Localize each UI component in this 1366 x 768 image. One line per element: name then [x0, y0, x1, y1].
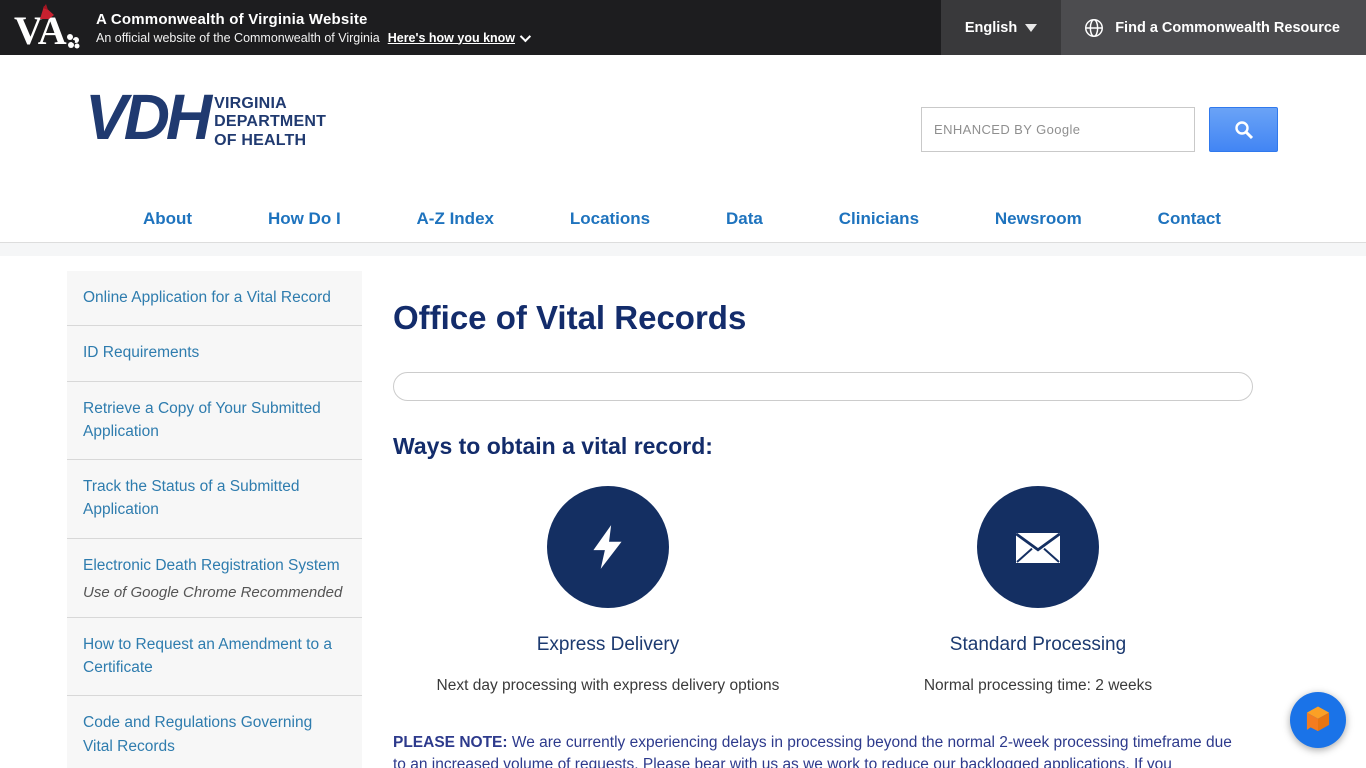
site-header: VDH VIRGINIA DEPARTMENT OF HEALTH: [0, 55, 1366, 196]
commonwealth-branding: VA A Commonwealth of Virginia Website An…: [0, 0, 528, 55]
sidebar-item-edrs[interactable]: Electronic Death Registration System Use…: [67, 539, 362, 618]
sidebar-item-retrieve-copy[interactable]: Retrieve a Copy of Your Submitted Applic…: [67, 382, 362, 461]
search-button[interactable]: [1209, 107, 1278, 152]
sidebar-item-track-status[interactable]: Track the Status of a Submitted Applicat…: [67, 460, 362, 539]
commonwealth-utility-bar: VA A Commonwealth of Virginia Website An…: [0, 0, 1366, 55]
resource-label: Find a Commonwealth Resource: [1115, 20, 1340, 36]
language-label: English: [965, 20, 1017, 36]
main-navigation: About How Do I A-Z Index Locations Data …: [0, 196, 1366, 243]
sidebar-link[interactable]: Electronic Death Registration System: [83, 557, 340, 574]
processing-delay-note: PLEASE NOTE: We are currently experienci…: [393, 732, 1238, 768]
sidebar-link[interactable]: ID Requirements: [83, 344, 199, 361]
globe-icon: [1083, 17, 1105, 39]
page-title: Office of Vital Records: [393, 299, 1253, 337]
heres-how-you-know-link[interactable]: Here's how you know: [388, 31, 528, 45]
official-website-text: An official website of the Commonwealth …: [96, 31, 380, 45]
sidebar-link[interactable]: Retrieve a Copy of Your Submitted Applic…: [83, 400, 321, 440]
sidebar-link[interactable]: How to Request an Amendment to a Certifi…: [83, 636, 332, 676]
dropdown-arrow-icon: [1025, 24, 1037, 32]
standard-processing-circle: [977, 486, 1099, 608]
virginia-va-logo-icon: VA: [10, 4, 88, 52]
nav-item-newsroom[interactable]: Newsroom: [995, 209, 1082, 229]
standard-processing-option: Standard Processing Normal processing ti…: [823, 486, 1253, 695]
express-delivery-option: Express Delivery Next day processing wit…: [393, 486, 823, 695]
nav-item-how-do-i[interactable]: How Do I: [268, 209, 341, 229]
lightning-icon: [583, 522, 633, 572]
vdh-wordmark: VIRGINIA DEPARTMENT OF HEALTH: [214, 95, 326, 150]
commonwealth-title: A Commonwealth of Virginia Website: [96, 11, 528, 28]
svg-text:VA: VA: [14, 8, 67, 52]
vital-records-sidebar: Online Application for a Vital Record ID…: [67, 271, 362, 768]
sidebar-link[interactable]: Online Application for a Vital Record: [83, 289, 331, 306]
language-selector[interactable]: English: [941, 0, 1061, 55]
express-delivery-circle: [547, 486, 669, 608]
vdh-acronym: VDH: [85, 85, 214, 150]
nav-divider-band: [0, 243, 1366, 256]
nav-item-locations[interactable]: Locations: [570, 209, 650, 229]
please-note-label: PLEASE NOTE:: [393, 734, 508, 751]
chatbot-button[interactable]: [1290, 692, 1346, 748]
nav-item-about[interactable]: About: [143, 209, 192, 229]
sidebar-link[interactable]: Track the Status of a Submitted Applicat…: [83, 478, 300, 518]
standard-processing-label: Standard Processing: [823, 634, 1253, 656]
nav-item-clinicians[interactable]: Clinicians: [839, 209, 919, 229]
vdh-logo[interactable]: VDH VIRGINIA DEPARTMENT OF HEALTH: [85, 85, 326, 150]
site-search: [921, 107, 1278, 152]
sidebar-link[interactable]: Code and Regulations Governing Vital Rec…: [83, 714, 312, 754]
nav-item-contact[interactable]: Contact: [1158, 209, 1221, 229]
ways-to-obtain-heading: Ways to obtain a vital record:: [393, 433, 1253, 460]
search-input[interactable]: [921, 107, 1195, 152]
sidebar-item-note: Use of Google Chrome Recommended: [83, 584, 346, 601]
chevron-down-icon: [520, 30, 531, 41]
sidebar-item-online-application[interactable]: Online Application for a Vital Record: [67, 271, 362, 326]
find-commonwealth-resource-button[interactable]: Find a Commonwealth Resource: [1061, 0, 1366, 55]
chat-cube-icon: [1303, 704, 1333, 736]
standard-processing-description: Normal processing time: 2 weeks: [823, 677, 1253, 695]
express-delivery-description: Next day processing with express deliver…: [393, 677, 823, 695]
envelope-icon: [1012, 525, 1064, 569]
nav-item-az-index[interactable]: A-Z Index: [417, 209, 494, 229]
main-content: Office of Vital Records Ways to obtain a…: [393, 271, 1253, 768]
sidebar-item-code-regulations[interactable]: Code and Regulations Governing Vital Rec…: [67, 696, 362, 768]
search-icon: [1232, 118, 1256, 142]
sidebar-item-amendment[interactable]: How to Request an Amendment to a Certifi…: [67, 618, 362, 697]
nav-item-data[interactable]: Data: [726, 209, 763, 229]
sidebar-item-id-requirements[interactable]: ID Requirements: [67, 326, 362, 381]
please-note-text: We are currently experiencing delays in …: [393, 734, 1232, 768]
empty-progress-bar: [393, 372, 1253, 401]
express-delivery-label: Express Delivery: [393, 634, 823, 656]
